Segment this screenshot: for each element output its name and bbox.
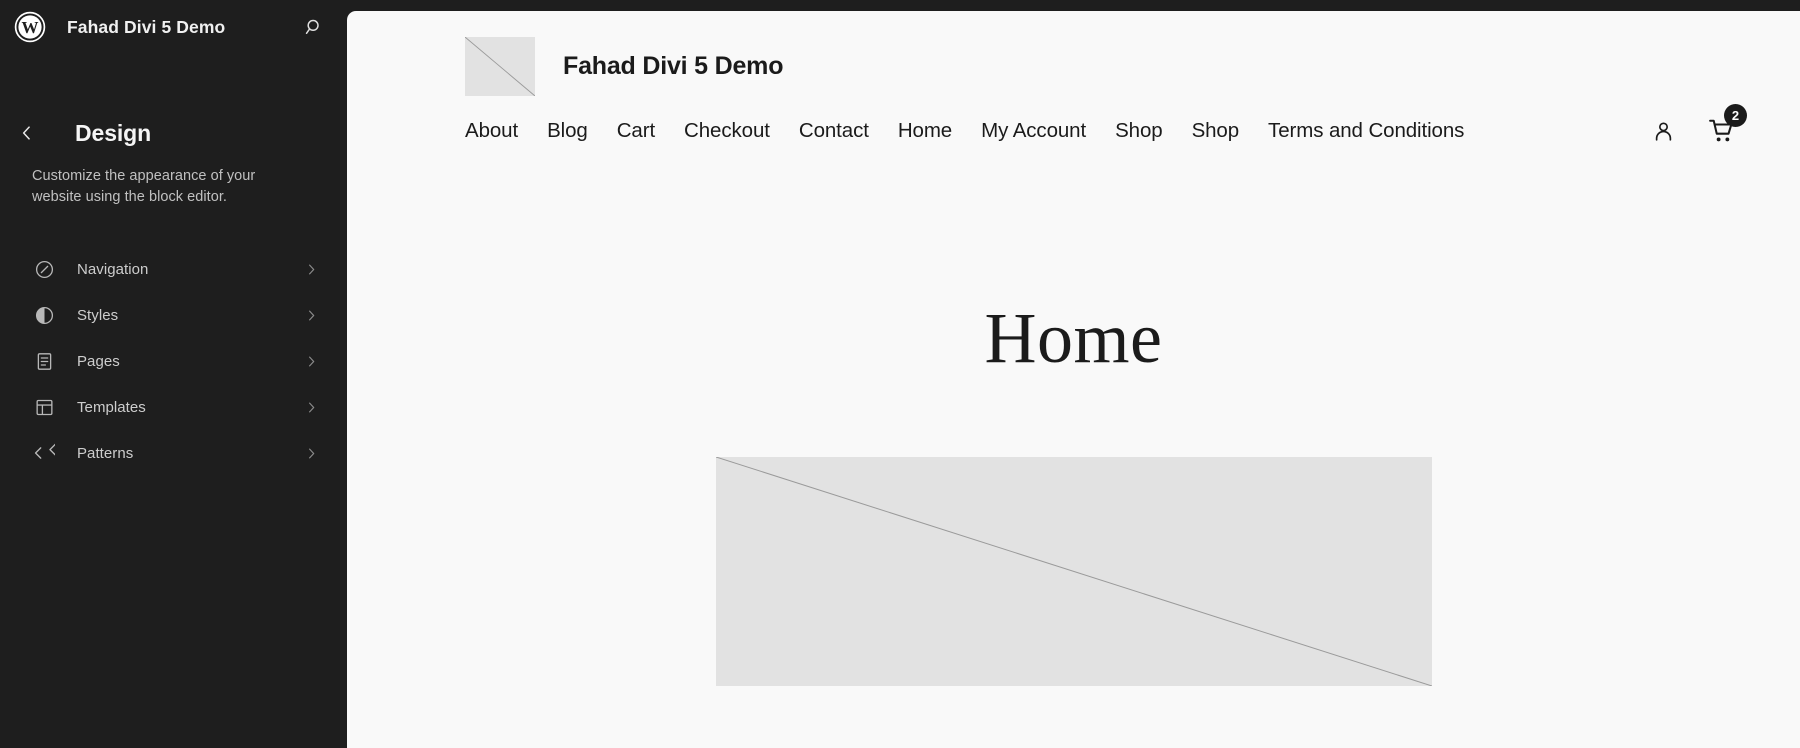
image-placeholder-icon: [715, 456, 1432, 687]
patterns-diamond-icon: [32, 441, 56, 465]
nav-link-about[interactable]: About: [465, 119, 518, 143]
design-panel-header: Design: [0, 116, 347, 150]
sidebar-topbar: W Fahad Divi 5 Demo: [0, 0, 347, 54]
sidebar-nav-list: Navigation Styles Pages Templates Patter…: [0, 246, 347, 476]
layout-template-icon: [32, 395, 56, 419]
image-placeholder-icon: [464, 36, 536, 97]
editor-canvas-wrapper: Fahad Divi 5 Demo About Blog Cart Checko…: [347, 0, 1800, 748]
sidebar-item-styles[interactable]: Styles: [14, 292, 333, 338]
nav-link-contact[interactable]: Contact: [799, 119, 869, 143]
chevron-right-icon: [303, 445, 319, 461]
svg-text:W: W: [22, 18, 39, 37]
shopping-cart-icon[interactable]: 2: [1708, 104, 1747, 145]
sidebar-item-label: Patterns: [77, 444, 134, 462]
wordpress-logo[interactable]: W: [14, 11, 46, 43]
search-icon[interactable]: [299, 12, 329, 42]
sidebar-item-templates[interactable]: Templates: [14, 384, 333, 430]
nav-link-my-account[interactable]: My Account: [981, 119, 1086, 143]
chevron-right-icon: [303, 399, 319, 415]
sidebar-site-name: Fahad Divi 5 Demo: [67, 16, 226, 37]
header-actions: 2: [1651, 104, 1747, 145]
sidebar-item-navigation[interactable]: Navigation: [14, 246, 333, 292]
sidebar-item-label: Navigation: [77, 260, 149, 278]
hero-image-block[interactable]: [347, 456, 1800, 687]
sidebar-item-patterns[interactable]: Patterns: [14, 430, 333, 476]
page-lines-icon: [32, 349, 56, 373]
nav-link-cart[interactable]: Cart: [617, 119, 655, 143]
site-title: Fahad Divi 5 Demo: [563, 52, 784, 80]
sidebar-item-label: Pages: [77, 352, 120, 370]
design-panel-description: Customize the appearance of your website…: [32, 168, 256, 206]
preview-page-title: Home: [984, 298, 1163, 378]
site-navbar: About Blog Cart Checkout Contact Home My…: [347, 104, 1800, 145]
nav-link-checkout[interactable]: Checkout: [684, 119, 770, 143]
site-preview-canvas[interactable]: Fahad Divi 5 Demo About Blog Cart Checko…: [347, 11, 1800, 748]
nav-link-shop-2[interactable]: Shop: [1192, 119, 1240, 143]
site-branding: Fahad Divi 5 Demo: [347, 36, 1800, 97]
chevron-right-icon: [303, 353, 319, 369]
page-title: Design: [75, 119, 152, 146]
sidebar-item-label: Styles: [77, 306, 119, 324]
contrast-half-circle-icon: [32, 303, 56, 327]
site-header: Fahad Divi 5 Demo About Blog Cart Checko…: [347, 11, 1800, 145]
nav-link-home[interactable]: Home: [898, 119, 952, 143]
sidebar-item-label: Templates: [77, 398, 146, 416]
nav-link-terms-and-conditions[interactable]: Terms and Conditions: [1268, 119, 1464, 143]
chevron-right-icon: [303, 261, 319, 277]
nav-link-blog[interactable]: Blog: [547, 119, 588, 143]
editor-sidebar: W Fahad Divi 5 Demo Design Customize the…: [0, 0, 347, 748]
cart-count-badge: 2: [1724, 104, 1747, 127]
chevron-right-icon: [303, 307, 319, 323]
nav-link-shop-1[interactable]: Shop: [1115, 119, 1163, 143]
chevron-left-icon[interactable]: [14, 120, 40, 146]
compass-icon: [32, 257, 56, 281]
sidebar-item-pages[interactable]: Pages: [14, 338, 333, 384]
primary-menu: About Blog Cart Checkout Contact Home My…: [465, 119, 1651, 143]
block-editor-window: W Fahad Divi 5 Demo Design Customize the…: [0, 0, 1800, 748]
user-account-icon[interactable]: [1651, 119, 1676, 144]
